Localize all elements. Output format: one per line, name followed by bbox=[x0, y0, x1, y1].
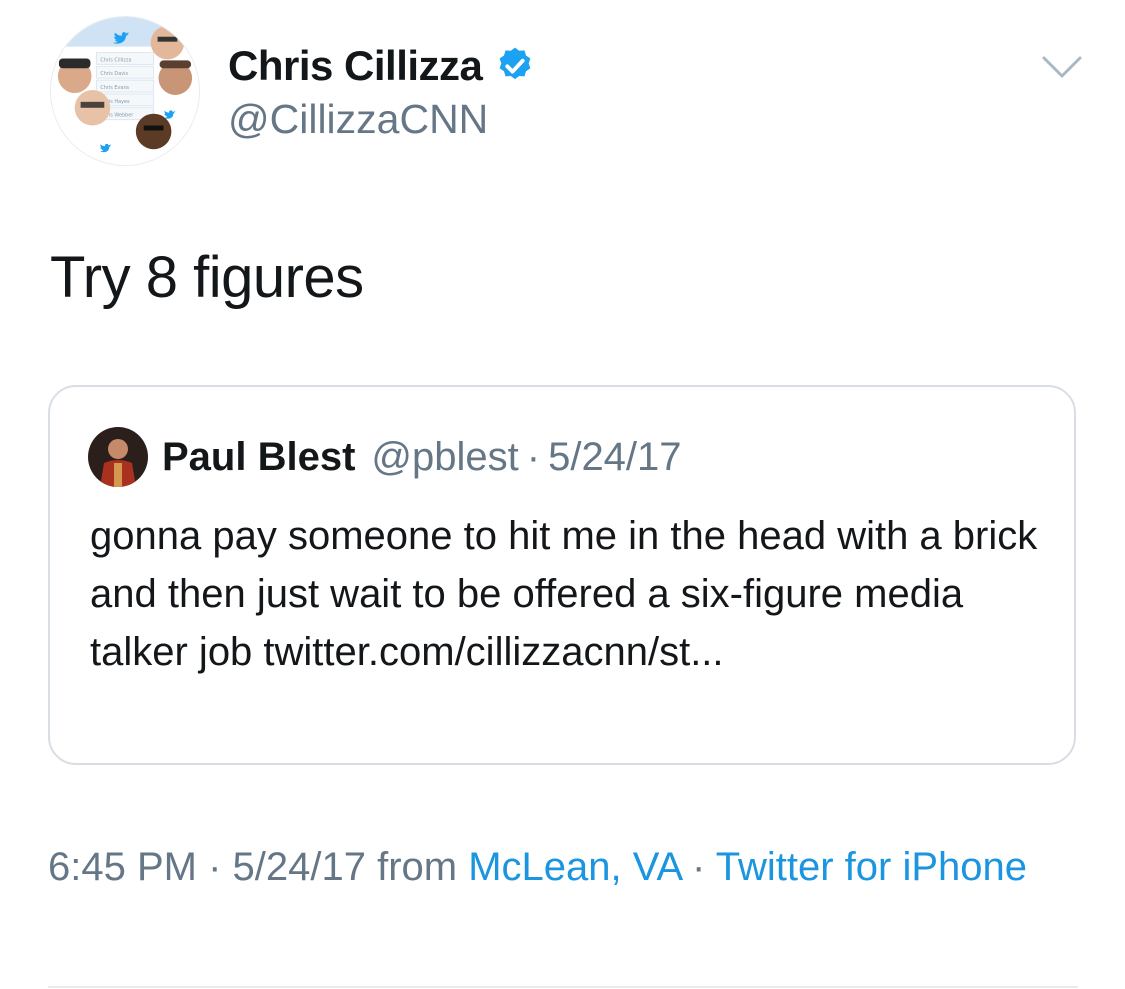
quoted-author-avatar bbox=[88, 427, 148, 487]
location-link[interactable]: McLean, VA bbox=[468, 845, 681, 889]
quoted-date: 5/24/17 bbox=[548, 434, 682, 479]
source-link[interactable]: Twitter for iPhone bbox=[716, 845, 1027, 889]
author-handle[interactable]: @CillizzaCNN bbox=[228, 96, 488, 143]
meta-from: from bbox=[365, 845, 469, 889]
quoted-tweet-card[interactable]: Paul Blest @pblest · 5/24/17 gonna pay s… bbox=[48, 385, 1076, 765]
quoted-tweet-text: gonna pay someone to hit me in the head … bbox=[90, 514, 1038, 674]
tweet-date: 5/24/17 bbox=[232, 845, 366, 889]
divider bbox=[48, 986, 1078, 988]
avatar-label-2: Chris Evans bbox=[100, 85, 129, 91]
avatar-label-0: Chris Cillizza bbox=[100, 57, 131, 63]
meta-separator: · bbox=[196, 845, 233, 889]
author-name-row[interactable]: Chris Cillizza bbox=[228, 38, 536, 94]
verified-badge-icon bbox=[500, 47, 531, 80]
tweet-meta: 6:45 PM · 5/24/17 from McLean, VA · Twit… bbox=[48, 838, 1058, 896]
quoted-author-handle: @pblest bbox=[371, 434, 519, 479]
author-display-name[interactable]: Chris Cillizza bbox=[228, 42, 483, 90]
chevron-down-icon[interactable] bbox=[1040, 52, 1084, 82]
avatar-label-1: Chris Davis bbox=[100, 71, 128, 77]
meta-separator: · bbox=[680, 845, 716, 889]
quoted-tweet-header: Paul Blest @pblest · 5/24/17 bbox=[88, 427, 682, 487]
author-avatar[interactable]: Chris Cillizza Chris Davis Chris Evans C… bbox=[50, 16, 200, 166]
tweet-text: Try 8 figures bbox=[50, 245, 364, 310]
tweet-time: 6:45 PM bbox=[48, 845, 197, 889]
quoted-author-name: Paul Blest bbox=[162, 434, 356, 479]
author-avatar-image: Chris Cillizza Chris Davis Chris Evans C… bbox=[51, 17, 199, 165]
quoted-separator: · bbox=[526, 434, 541, 479]
